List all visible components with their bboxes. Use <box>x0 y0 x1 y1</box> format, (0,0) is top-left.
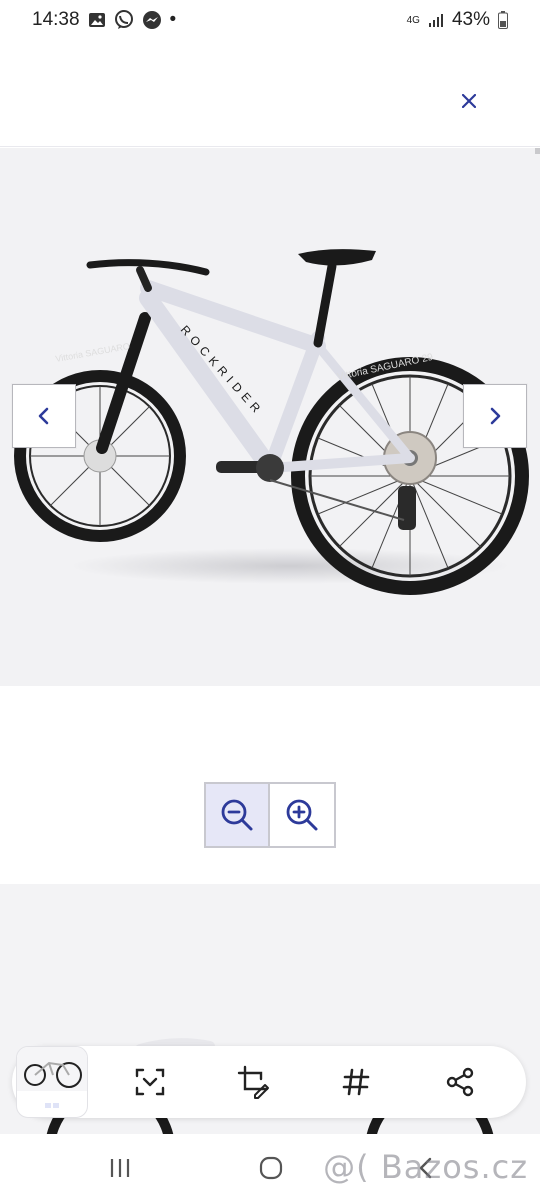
zoom-in-button[interactable] <box>270 784 334 846</box>
close-button[interactable] <box>454 86 484 116</box>
zoom-in-icon <box>286 799 318 831</box>
gallery-notification-icon <box>88 11 106 29</box>
previous-image-button[interactable] <box>12 384 76 448</box>
viber-icon <box>114 10 134 30</box>
bazos-watermark: @( Bazos.cz <box>323 1148 528 1186</box>
thumbnail-image <box>17 1047 87 1108</box>
share-button[interactable] <box>438 1060 482 1104</box>
home-button[interactable] <box>241 1148 301 1188</box>
crop-edit-button[interactable] <box>232 1060 276 1104</box>
close-icon <box>462 94 476 108</box>
zoom-out-icon <box>221 799 253 831</box>
hashtag-icon <box>342 1068 370 1096</box>
share-icon <box>446 1067 474 1097</box>
status-dot: • <box>169 9 177 30</box>
status-left: 14:38 • <box>32 9 176 31</box>
bike-image: ROCKRIDER Vittoria SAGUARO Vittoria SAGU… <box>14 249 529 595</box>
chevron-right-icon <box>490 407 501 425</box>
messenger-icon <box>142 10 162 30</box>
signal-icon <box>428 12 444 28</box>
chevron-left-icon <box>38 407 49 425</box>
front-tire-text: Vittoria SAGUARO <box>55 341 131 364</box>
scrollbar-thumb[interactable] <box>535 148 540 154</box>
home-icon <box>259 1156 283 1180</box>
zoom-out-button[interactable] <box>206 784 270 846</box>
scan-button[interactable] <box>128 1060 172 1104</box>
recent-apps-button[interactable] <box>90 1148 150 1188</box>
crop-edit-icon <box>237 1065 269 1099</box>
status-bar: 14:38 • 4G 43% <box>0 0 540 40</box>
viewer-header <box>0 40 540 147</box>
next-image-button[interactable] <box>463 384 527 448</box>
status-time: 14:38 <box>32 9 80 30</box>
hashtag-button[interactable] <box>334 1060 378 1104</box>
zoom-controls <box>204 782 336 848</box>
recent-apps-icon <box>110 1159 130 1177</box>
scan-icon <box>135 1068 165 1096</box>
status-right: 4G 43% <box>407 9 508 31</box>
network-type: 4G <box>406 14 420 26</box>
battery-percent: 43% <box>451 9 490 30</box>
battery-icon <box>498 11 508 29</box>
image-thumbnail[interactable] <box>16 1046 88 1118</box>
product-image-gallery[interactable]: ROCKRIDER Vittoria SAGUARO Vittoria SAGU… <box>0 148 540 686</box>
